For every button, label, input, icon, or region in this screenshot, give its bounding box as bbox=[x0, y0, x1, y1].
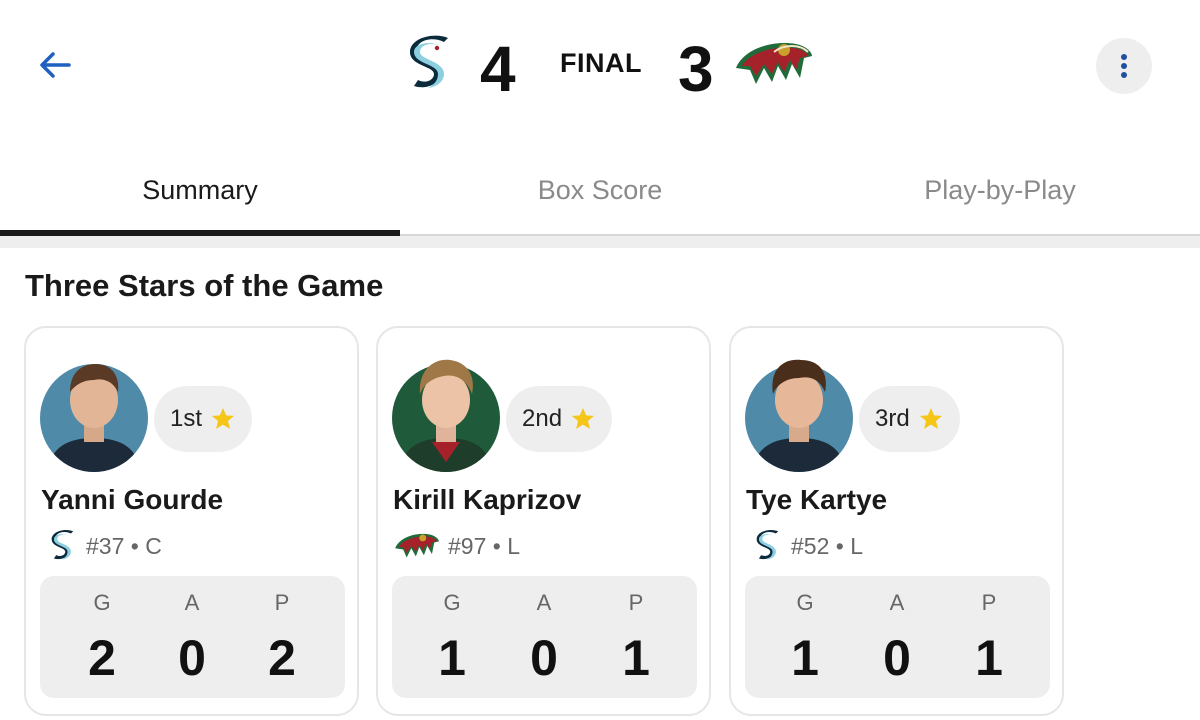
stat-label: G bbox=[443, 590, 461, 615]
player-name: Tye Kartye bbox=[746, 484, 888, 515]
star-rank-label: 1st bbox=[170, 405, 203, 432]
stat-label: A bbox=[889, 590, 905, 615]
stat-value: 2 bbox=[88, 630, 116, 686]
stat-value: 1 bbox=[791, 630, 819, 686]
stat-label: P bbox=[628, 590, 644, 615]
more-options-button[interactable] bbox=[1096, 38, 1152, 94]
game-status: FINAL bbox=[560, 48, 642, 78]
stat-value: 2 bbox=[268, 630, 296, 686]
arrow-left-icon bbox=[40, 52, 71, 78]
player-stats: G 2 A 0 P 2 bbox=[40, 576, 345, 698]
stat-label: G bbox=[796, 590, 814, 615]
stat-value: 1 bbox=[975, 630, 1003, 686]
stat-assists: A 0 bbox=[857, 588, 937, 688]
kraken-logo-icon bbox=[51, 529, 74, 560]
star-rank-badge: 2nd bbox=[506, 386, 613, 452]
wild-logo-icon[interactable] bbox=[734, 38, 814, 90]
stat-label: P bbox=[981, 590, 997, 615]
player-avatar bbox=[392, 359, 500, 472]
stat-value: 0 bbox=[883, 630, 911, 686]
stat-value: 0 bbox=[178, 630, 206, 686]
star-icon bbox=[919, 407, 942, 429]
star-rank-label: 3rd bbox=[875, 405, 910, 432]
stat-goals: G 2 bbox=[62, 588, 142, 688]
stat-label: G bbox=[93, 590, 111, 615]
section-title: Three Stars of the Game bbox=[25, 268, 384, 303]
stat-points: P 1 bbox=[596, 588, 676, 688]
player-number-position: #37 • C bbox=[86, 532, 162, 559]
kraken-logo-icon[interactable] bbox=[404, 34, 456, 94]
player-stats: G 1 A 0 P 1 bbox=[392, 576, 697, 698]
player-meta: #97 • L bbox=[394, 528, 520, 564]
stat-label: A bbox=[184, 590, 200, 615]
tab-play-by-play[interactable]: Play-by-Play bbox=[800, 150, 1200, 234]
stat-value: 1 bbox=[438, 630, 466, 686]
player-name: Kirill Kaprizov bbox=[393, 484, 582, 515]
tab-box-score[interactable]: Box Score bbox=[400, 150, 800, 234]
game-header: 4 FINAL 3 bbox=[0, 0, 1200, 130]
home-score: 4 bbox=[480, 33, 516, 105]
player-number-position: #97 • L bbox=[448, 532, 520, 559]
stat-label: P bbox=[274, 590, 290, 615]
tab-bar: Summary Box Score Play-by-Play bbox=[0, 150, 1200, 236]
section-divider bbox=[0, 236, 1200, 248]
player-name: Yanni Gourde bbox=[41, 484, 224, 515]
player-stats: G 1 A 0 P 1 bbox=[745, 576, 1050, 698]
star-rank-label: 2nd bbox=[522, 405, 563, 432]
star-card-2[interactable]: 2nd Kirill Kaprizov #97 • L G 1 A 0 P 1 bbox=[376, 326, 711, 716]
star-icon bbox=[571, 407, 595, 429]
player-number-position: #52 • L bbox=[791, 532, 863, 559]
star-card-3[interactable]: 3rd Tye Kartye #52 • L G 1 A 0 P 1 bbox=[729, 326, 1064, 716]
player-meta: #37 • C bbox=[48, 528, 162, 564]
stat-goals: G 1 bbox=[412, 588, 492, 688]
player-avatar bbox=[40, 364, 148, 472]
wild-logo-icon bbox=[395, 533, 439, 558]
stat-value: 0 bbox=[530, 630, 558, 686]
stat-label: A bbox=[536, 590, 552, 615]
more-vertical-icon bbox=[1121, 54, 1127, 78]
star-icon bbox=[211, 407, 235, 429]
stat-assists: A 0 bbox=[504, 588, 584, 688]
player-avatar bbox=[745, 359, 853, 472]
tab-summary[interactable]: Summary bbox=[0, 150, 400, 236]
away-score: 3 bbox=[678, 33, 714, 105]
star-rank-badge: 1st bbox=[154, 386, 253, 452]
stat-points: P 2 bbox=[242, 588, 322, 688]
stat-value: 1 bbox=[622, 630, 650, 686]
star-card-1[interactable]: 1st Yanni Gourde #37 • C G 2 A 0 P 2 bbox=[24, 326, 359, 716]
stat-points: P 1 bbox=[949, 588, 1029, 688]
kraken-logo-icon bbox=[756, 529, 779, 560]
scoreline: 4 FINAL 3 bbox=[400, 28, 820, 108]
stat-assists: A 0 bbox=[152, 588, 232, 688]
star-rank-badge: 3rd bbox=[859, 386, 960, 452]
stat-goals: G 1 bbox=[765, 588, 845, 688]
back-button[interactable] bbox=[30, 40, 80, 90]
player-meta: #52 • L bbox=[753, 528, 863, 564]
